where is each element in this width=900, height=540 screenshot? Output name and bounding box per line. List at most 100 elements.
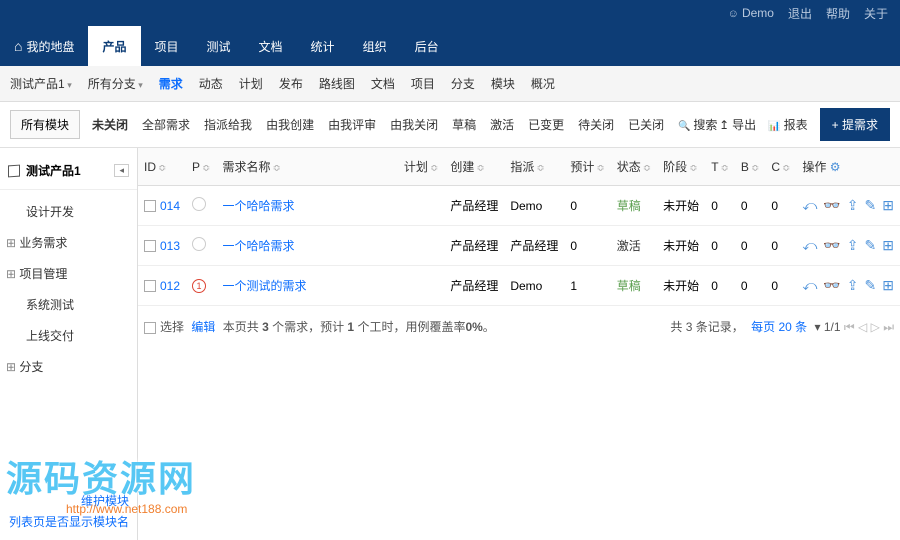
gear-icon[interactable]: ⚙: [830, 160, 841, 174]
manage-modules-link[interactable]: 维护模块: [8, 490, 129, 511]
filter-item[interactable]: 激活: [490, 116, 514, 133]
edit-icon[interactable]: ✎: [865, 237, 877, 254]
chart-icon[interactable]: ⇪: [847, 237, 859, 254]
page-next-icon[interactable]: ▷: [871, 320, 880, 334]
page-prev-icon[interactable]: ◁: [858, 320, 867, 334]
nav-project[interactable]: 项目: [141, 26, 193, 66]
about-link[interactable]: 关于: [864, 5, 888, 22]
tree-item[interactable]: 系统测试: [0, 289, 137, 320]
filter-item[interactable]: 由我评审: [328, 116, 376, 133]
row-checkbox[interactable]: [144, 200, 156, 212]
col-id[interactable]: ID: [138, 148, 186, 186]
story-id-link[interactable]: 012: [160, 279, 180, 293]
table-row: 014一个哈哈需求产品经理Demo0草稿未开始000⤺👓⇪✎⊞: [138, 186, 900, 226]
product-dropdown[interactable]: 测试产品1: [10, 75, 72, 92]
branch-dropdown[interactable]: 所有分支: [88, 75, 143, 92]
subnav-item[interactable]: 项目: [411, 75, 435, 92]
col-c[interactable]: C: [765, 148, 796, 186]
sub-nav: 测试产品1 所有分支 需求动态计划发布路线图文档项目分支模块概况: [0, 66, 900, 102]
filter-item[interactable]: 全部需求: [142, 116, 190, 133]
edit-icon[interactable]: ✎: [865, 197, 877, 214]
sidebar-title: 测试产品1: [26, 162, 114, 179]
col-pri[interactable]: P: [186, 148, 216, 186]
col-assign[interactable]: 指派: [504, 148, 564, 186]
story-name-link[interactable]: 一个哈哈需求: [222, 239, 294, 253]
review-icon[interactable]: 👓: [823, 237, 840, 254]
filter-item[interactable]: 未关闭: [92, 116, 128, 133]
split-icon[interactable]: ⊞: [882, 277, 894, 294]
main-nav: 我的地盘产品项目测试文档统计组织后台: [0, 26, 900, 66]
col-name[interactable]: 需求名称: [216, 148, 397, 186]
all-modules-button[interactable]: 所有模块: [10, 110, 80, 139]
col-est[interactable]: 预计: [564, 148, 610, 186]
nav-admin[interactable]: 后台: [401, 26, 453, 66]
filter-item[interactable]: 已变更: [528, 116, 564, 133]
tree-item[interactable]: 上线交付: [0, 320, 137, 351]
nav-stat[interactable]: 统计: [297, 26, 349, 66]
tree-item[interactable]: 业务需求: [0, 227, 137, 258]
subnav-item[interactable]: 路线图: [319, 75, 355, 92]
col-t[interactable]: T: [705, 148, 735, 186]
subnav-item[interactable]: 分支: [451, 75, 475, 92]
filter-item[interactable]: 草稿: [452, 116, 476, 133]
perpage-dropdown[interactable]: 每页 20 条: [751, 320, 807, 334]
filter-item[interactable]: 待关闭: [578, 116, 614, 133]
change-icon[interactable]: ⤺: [802, 237, 817, 254]
sidebar-collapse-button[interactable]: ◂: [114, 164, 129, 177]
nav-org[interactable]: 组织: [349, 26, 401, 66]
change-icon[interactable]: ⤺: [802, 197, 817, 214]
chart-icon[interactable]: ⇪: [847, 197, 859, 214]
create-story-button[interactable]: 提需求: [820, 108, 890, 141]
col-b[interactable]: B: [735, 148, 765, 186]
checkbox-footer[interactable]: [144, 322, 156, 334]
report-button[interactable]: 报表: [768, 116, 807, 133]
tree-item[interactable]: 分支: [0, 351, 137, 382]
col-plan[interactable]: 计划: [398, 148, 444, 186]
logout-link[interactable]: 退出: [788, 5, 812, 22]
batch-edit-link[interactable]: 编辑: [191, 320, 215, 334]
story-name-link[interactable]: 一个测试的需求: [222, 279, 306, 293]
filter-item[interactable]: 指派给我: [204, 116, 252, 133]
filter-item[interactable]: 已关闭: [628, 116, 664, 133]
toolbar: 所有模块 未关闭全部需求指派给我由我创建由我评审由我关闭草稿激活已变更待关闭已关…: [0, 102, 900, 148]
review-icon[interactable]: 👓: [823, 277, 840, 294]
page-first-icon[interactable]: ⏮: [844, 320, 855, 334]
export-button[interactable]: 导出: [719, 116, 756, 133]
filter-item[interactable]: 由我创建: [266, 116, 314, 133]
subnav-item[interactable]: 文档: [371, 75, 395, 92]
module-sidebar: 测试产品1 ◂ 设计开发业务需求项目管理系统测试上线交付分支 维护模块 列表页是…: [0, 148, 138, 540]
story-table: ID P 需求名称 计划 创建 指派 预计 状态 阶段 T B C 操作 ⚙ 0…: [138, 148, 900, 347]
change-icon[interactable]: ⤺: [802, 277, 817, 294]
subnav-item[interactable]: 模块: [491, 75, 515, 92]
user-menu[interactable]: Demo: [728, 6, 774, 20]
story-id-link[interactable]: 013: [160, 239, 180, 253]
nav-doc[interactable]: 文档: [245, 26, 297, 66]
split-icon[interactable]: ⊞: [882, 237, 894, 254]
help-link[interactable]: 帮助: [826, 5, 850, 22]
filter-item[interactable]: 由我关闭: [390, 116, 438, 133]
edit-icon[interactable]: ✎: [865, 277, 877, 294]
subnav-item[interactable]: 需求: [159, 75, 183, 92]
col-stage[interactable]: 阶段: [657, 148, 705, 186]
nav-home[interactable]: 我的地盘: [0, 26, 88, 66]
subnav-item[interactable]: 发布: [279, 75, 303, 92]
story-name-link[interactable]: 一个哈哈需求: [222, 199, 294, 213]
story-id-link[interactable]: 014: [160, 199, 180, 213]
subnav-item[interactable]: 计划: [239, 75, 263, 92]
toggle-module-name-link[interactable]: 列表页是否显示模块名: [8, 511, 129, 532]
row-checkbox[interactable]: [144, 240, 156, 252]
row-checkbox[interactable]: [144, 280, 156, 292]
nav-product[interactable]: 产品: [88, 26, 140, 66]
col-status[interactable]: 状态: [611, 148, 657, 186]
col-creator[interactable]: 创建: [444, 148, 504, 186]
nav-test[interactable]: 测试: [193, 26, 245, 66]
tree-item[interactable]: 设计开发: [0, 196, 137, 227]
tree-item[interactable]: 项目管理: [0, 258, 137, 289]
chart-icon[interactable]: ⇪: [847, 277, 859, 294]
subnav-item[interactable]: 动态: [199, 75, 223, 92]
page-last-icon[interactable]: ⏭: [883, 320, 894, 334]
review-icon[interactable]: 👓: [823, 197, 840, 214]
filter-item[interactable]: 搜索: [678, 116, 717, 133]
split-icon[interactable]: ⊞: [882, 197, 894, 214]
subnav-item[interactable]: 概况: [531, 75, 555, 92]
